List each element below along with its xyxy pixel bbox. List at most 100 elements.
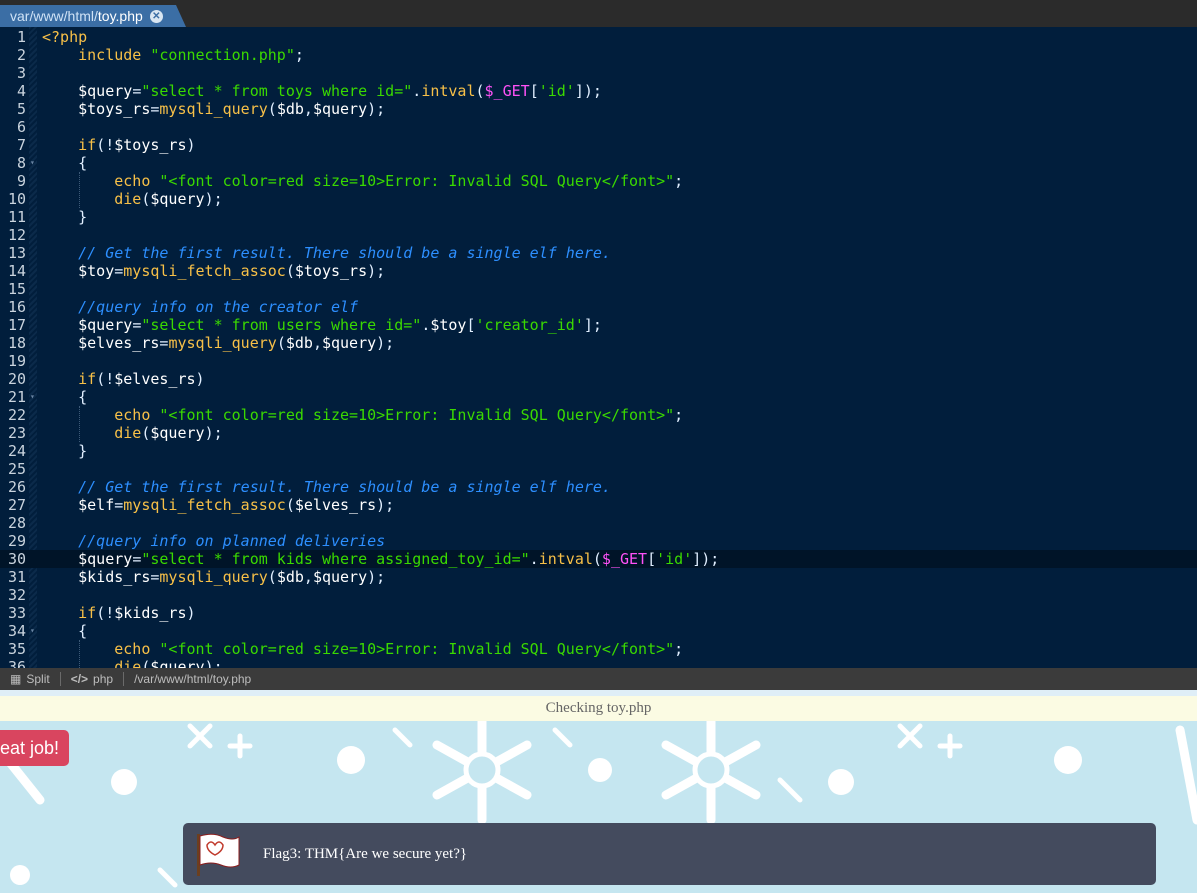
code-line[interactable]: 34 ▾ { (0, 622, 1197, 640)
code-text: { (42, 154, 87, 172)
fold-arrow-icon[interactable]: ▾ (30, 154, 35, 172)
line-number: 11 (7, 208, 26, 226)
code-token: . (421, 316, 431, 334)
code-line[interactable]: 26 // Get the first result. There should… (0, 478, 1197, 496)
split-toggle[interactable]: ▦ Split (0, 672, 61, 686)
code-line[interactable]: 13 // Get the first result. There should… (0, 244, 1197, 262)
code-line[interactable]: 27 $elf=mysqli_fetch_assoc($elves_rs); (0, 496, 1197, 514)
fold-arrow-icon[interactable]: ▾ (30, 622, 35, 640)
code-token: $db (276, 100, 304, 118)
code-line[interactable]: 11 } (0, 208, 1197, 226)
code-token: "<font color=red size=10>Error: Invalid … (159, 640, 675, 658)
language-label: php (93, 672, 114, 686)
code-token: ); (367, 262, 386, 280)
code-line[interactable]: 10 die($query); (0, 190, 1197, 208)
code-text: echo "<font color=red size=10>Error: Inv… (42, 640, 683, 658)
line-number: 4 (16, 82, 26, 100)
code-line[interactable]: 31 $kids_rs=mysqli_query($db,$query); (0, 568, 1197, 586)
code-token: ( (267, 568, 277, 586)
code-token: $elf (78, 496, 115, 514)
code-line[interactable]: 36 die($query); (0, 658, 1197, 668)
code-text: { (42, 388, 87, 406)
code-token: ) (195, 370, 205, 388)
line-number: 17 (7, 316, 26, 334)
code-line[interactable]: 16 //query info on the creator elf (0, 298, 1197, 316)
code-line[interactable]: 12 (0, 226, 1197, 244)
code-line[interactable]: 20 if(!$elves_rs) (0, 370, 1197, 388)
line-number: 2 (16, 46, 26, 64)
tab-toy-php[interactable]: var/www/html/toy.php ✕ (0, 5, 186, 27)
split-icon: ▦ (10, 672, 22, 686)
code-token: include (78, 46, 142, 64)
code-token: (! (96, 370, 115, 388)
code-line[interactable]: 25 (0, 460, 1197, 478)
code-text: //query info on the creator elf (42, 298, 358, 316)
code-line[interactable]: 17 $query="select * from users where id=… (0, 316, 1197, 334)
code-token: $query (150, 658, 205, 668)
line-number: 22 (7, 406, 26, 424)
line-number: 27 (7, 496, 26, 514)
line-number: 7 (16, 136, 26, 154)
code-token: $_GET (484, 82, 530, 100)
code-token: ( (592, 550, 602, 568)
code-line[interactable]: 30 $query="select * from kids where assi… (0, 550, 1197, 568)
indent-guide (79, 172, 81, 208)
code-line[interactable]: 29 //query info on planned deliveries (0, 532, 1197, 550)
code-token: $query (312, 568, 368, 586)
code-token: ); (204, 658, 223, 668)
code-token: } (78, 442, 88, 460)
code-line[interactable]: 35 echo "<font color=red size=10>Error: … (0, 640, 1197, 658)
language-mode[interactable]: </> php (61, 672, 125, 686)
code-token: } (78, 208, 88, 226)
close-tab-icon[interactable]: ✕ (149, 9, 163, 23)
code-line[interactable]: 2 include "connection.php"; (0, 46, 1197, 64)
code-line[interactable]: 32 (0, 586, 1197, 604)
code-text: } (42, 442, 87, 460)
line-number: 23 (7, 424, 26, 442)
line-number: 25 (7, 460, 26, 478)
code-line[interactable]: 33 if(!$kids_rs) (0, 604, 1197, 622)
indent-guide (79, 640, 81, 668)
code-line[interactable]: 6 (0, 118, 1197, 136)
code-token: $query (78, 550, 133, 568)
line-number: 12 (7, 226, 26, 244)
code-line[interactable]: 5 $toys_rs=mysqli_query($db,$query); (0, 100, 1197, 118)
code-token: = (114, 496, 124, 514)
indent-guide (79, 406, 81, 442)
code-line[interactable]: 28 (0, 514, 1197, 532)
code-text: include "connection.php"; (42, 46, 304, 64)
code-line[interactable]: 19 (0, 352, 1197, 370)
tab-bar: var/www/html/toy.php ✕ (0, 0, 1197, 27)
code-line[interactable]: 4 $query="select * from toys where id=".… (0, 82, 1197, 100)
code-line[interactable]: 22 echo "<font color=red size=10>Error: … (0, 406, 1197, 424)
fold-arrow-icon[interactable]: ▾ (30, 388, 35, 406)
code-token: mysqli_fetch_assoc (123, 262, 286, 280)
code-token: "select * from kids where assigned_toy_i… (141, 550, 530, 568)
code-line[interactable]: 14 $toy=mysqli_fetch_assoc($toys_rs); (0, 262, 1197, 280)
code-token: // Get the first result. There should be… (78, 478, 611, 496)
code-line[interactable]: 23 die($query); (0, 424, 1197, 442)
code-token: ( (276, 334, 286, 352)
code-editor[interactable]: 1 <?php 2 include "connection.php"; 3 4 $que… (0, 27, 1197, 668)
code-line[interactable]: 15 (0, 280, 1197, 298)
code-token: = (132, 550, 142, 568)
code-line[interactable]: 24 } (0, 442, 1197, 460)
code-text: $toy=mysqli_fetch_assoc($toys_rs); (42, 262, 385, 280)
code-line[interactable]: 8 ▾ { (0, 154, 1197, 172)
code-line[interactable]: 7 if(!$toys_rs) (0, 136, 1197, 154)
code-token: ( (267, 100, 277, 118)
code-token: echo (114, 640, 151, 658)
code-line[interactable]: 9 echo "<font color=red size=10>Error: I… (0, 172, 1197, 190)
code-token: "<font color=red size=10>Error: Invalid … (159, 406, 675, 424)
code-line[interactable]: 18 $elves_rs=mysqli_query($db,$query); (0, 334, 1197, 352)
code-line[interactable]: 3 (0, 64, 1197, 82)
code-line[interactable]: 1 <?php (0, 28, 1197, 46)
code-line[interactable]: 21 ▾ { (0, 388, 1197, 406)
code-token: [ (647, 550, 657, 568)
